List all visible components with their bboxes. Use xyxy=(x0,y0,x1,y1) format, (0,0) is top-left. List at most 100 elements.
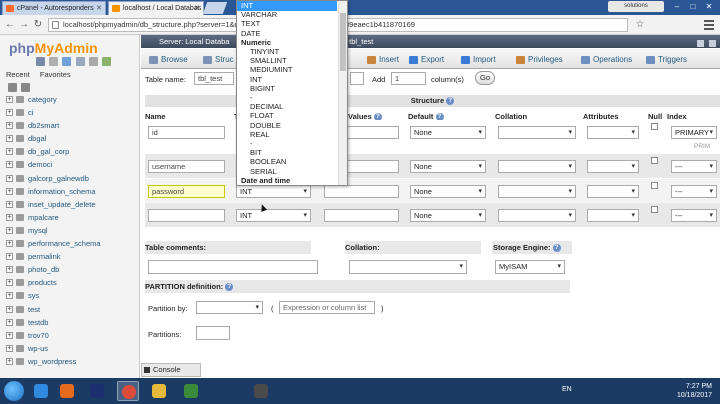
index-select[interactable]: --- xyxy=(671,209,717,222)
database-item[interactable]: + photo_db xyxy=(4,263,138,276)
database-name[interactable]: dbgal xyxy=(28,134,46,143)
expand-icon[interactable]: + xyxy=(6,253,13,261)
database-name[interactable]: permalink xyxy=(28,252,61,261)
database-name[interactable]: inset_update_delete xyxy=(28,200,96,209)
default-select[interactable]: None xyxy=(410,185,486,198)
expand-icon[interactable]: + xyxy=(6,240,13,248)
tab-export[interactable]: Export xyxy=(409,52,444,68)
tab-browse[interactable]: Browse xyxy=(149,52,188,68)
database-item[interactable]: + dbgal xyxy=(4,132,138,145)
database-item[interactable]: + performance_schema xyxy=(4,237,138,250)
expand-icon[interactable]: + xyxy=(6,148,13,156)
expand-icon[interactable]: + xyxy=(6,357,13,365)
taskbar-app-explorer[interactable] xyxy=(148,381,170,401)
tab-privileges[interactable]: Privileges xyxy=(516,52,563,68)
tab-recent[interactable]: Recent xyxy=(6,70,30,79)
database-name[interactable]: galcorp_galnewdb xyxy=(28,174,89,183)
type-option[interactable]: DOUBLE xyxy=(237,121,337,131)
expand-icon[interactable]: + xyxy=(6,174,13,182)
storage-engine-select[interactable]: MyISAM xyxy=(495,260,565,274)
null-checkbox[interactable] xyxy=(651,157,658,164)
home-icon[interactable] xyxy=(36,57,45,66)
length-values-input[interactable] xyxy=(324,209,399,222)
attributes-select[interactable] xyxy=(587,160,639,173)
tab-insert[interactable]: Insert xyxy=(367,52,399,68)
database-name[interactable]: trov70 xyxy=(28,331,49,340)
database-item[interactable]: + information_schema xyxy=(4,185,138,198)
database-item[interactable]: + wp_wordpress xyxy=(4,355,138,368)
browser-tab-cpanel[interactable]: cPanel - Autoresponders ✕ xyxy=(2,1,106,15)
column-name-input[interactable]: username xyxy=(148,160,225,173)
start-button[interactable] xyxy=(4,381,24,401)
database-name[interactable]: wp-us xyxy=(28,344,48,353)
database-name[interactable]: democi xyxy=(28,160,52,169)
database-item[interactable]: + mpalcare xyxy=(4,211,138,224)
database-item[interactable]: + db2smart xyxy=(4,119,138,132)
language-indicator[interactable]: EN xyxy=(562,386,572,393)
attributes-select[interactable] xyxy=(587,185,639,198)
database-item[interactable]: + ci xyxy=(4,106,138,119)
settings-icon[interactable] xyxy=(88,57,98,66)
expand-icon[interactable]: + xyxy=(6,187,13,195)
clock-time[interactable]: 7:27 PM xyxy=(686,383,712,390)
type-option[interactable]: VARCHAR xyxy=(237,10,337,20)
database-item[interactable]: + galcorp_galnewdb xyxy=(4,172,138,185)
link-with-main-icon[interactable] xyxy=(21,83,31,92)
type-option[interactable]: - xyxy=(237,93,337,103)
database-name[interactable]: test xyxy=(28,305,40,314)
browser-menu-icon[interactable] xyxy=(704,19,714,31)
column-type-select[interactable]: INT xyxy=(236,185,311,198)
database-item[interactable]: + category xyxy=(4,93,138,106)
database-item[interactable]: + trov70 xyxy=(4,329,138,342)
index-select[interactable]: --- xyxy=(671,160,717,173)
type-option[interactable]: - xyxy=(237,139,337,149)
column-type-select[interactable]: INT xyxy=(236,209,311,222)
database-item[interactable]: + permalink xyxy=(4,250,138,263)
forward-icon[interactable]: → xyxy=(18,19,30,31)
database-name[interactable]: testdb xyxy=(28,318,48,327)
database-name[interactable]: wp_wordpress xyxy=(28,357,76,366)
collapse-all-icon[interactable] xyxy=(8,83,17,92)
dropdown-scrollbar[interactable] xyxy=(338,1,347,185)
null-checkbox[interactable] xyxy=(651,206,658,213)
minimize-icon[interactable]: – xyxy=(670,2,684,12)
logout-icon[interactable] xyxy=(49,57,59,66)
tab-struc[interactable]: Struc xyxy=(203,52,234,68)
phpmyadmin-logo[interactable]: phpMyAdmin xyxy=(9,40,98,56)
type-option[interactable]: SERIAL xyxy=(237,167,337,177)
database-name[interactable]: products xyxy=(28,278,57,287)
expand-icon[interactable]: + xyxy=(6,226,13,234)
database-name[interactable]: performance_schema xyxy=(28,239,101,248)
table-comments-input[interactable] xyxy=(148,260,318,274)
tab-import[interactable]: Import xyxy=(461,52,496,68)
settings-icon[interactable] xyxy=(696,40,704,47)
database-item[interactable]: + inset_update_delete xyxy=(4,198,138,211)
add-columns-input[interactable]: 1 xyxy=(391,72,426,85)
expand-icon[interactable]: + xyxy=(6,292,13,300)
database-item[interactable]: + products xyxy=(4,276,138,289)
column-name-input[interactable] xyxy=(148,209,225,222)
type-option[interactable]: INT xyxy=(237,75,337,85)
type-option[interactable]: DECIMAL xyxy=(237,102,337,112)
expand-icon[interactable]: + xyxy=(6,161,13,169)
type-option[interactable]: TINYINT xyxy=(237,47,337,57)
maximize-icon[interactable]: □ xyxy=(686,2,700,12)
database-item[interactable]: + wp-us xyxy=(4,342,138,355)
database-item[interactable]: + mysql xyxy=(4,224,138,237)
taskbar-app-firefox[interactable] xyxy=(56,381,78,401)
database-name[interactable]: mysql xyxy=(28,226,48,235)
partition-expression-input[interactable]: Expression or column list xyxy=(279,301,375,314)
bookmark-star-icon[interactable]: ☆ xyxy=(634,19,646,31)
collation-select[interactable] xyxy=(498,160,576,173)
page-info-icon[interactable] xyxy=(52,21,59,29)
taskbar-app-photoshop[interactable] xyxy=(86,381,108,401)
table-name-input-tail[interactable] xyxy=(350,72,364,85)
database-name[interactable]: photo_db xyxy=(28,265,59,274)
reload-navigation-icon[interactable] xyxy=(102,57,112,66)
taskbar-app-chrome[interactable] xyxy=(117,381,139,401)
back-icon[interactable]: ← xyxy=(4,19,16,31)
window-close-icon[interactable]: ✕ xyxy=(702,2,716,12)
expand-icon[interactable]: + xyxy=(6,279,13,287)
expand-icon[interactable]: + xyxy=(6,305,13,313)
default-select[interactable]: None xyxy=(410,160,486,173)
